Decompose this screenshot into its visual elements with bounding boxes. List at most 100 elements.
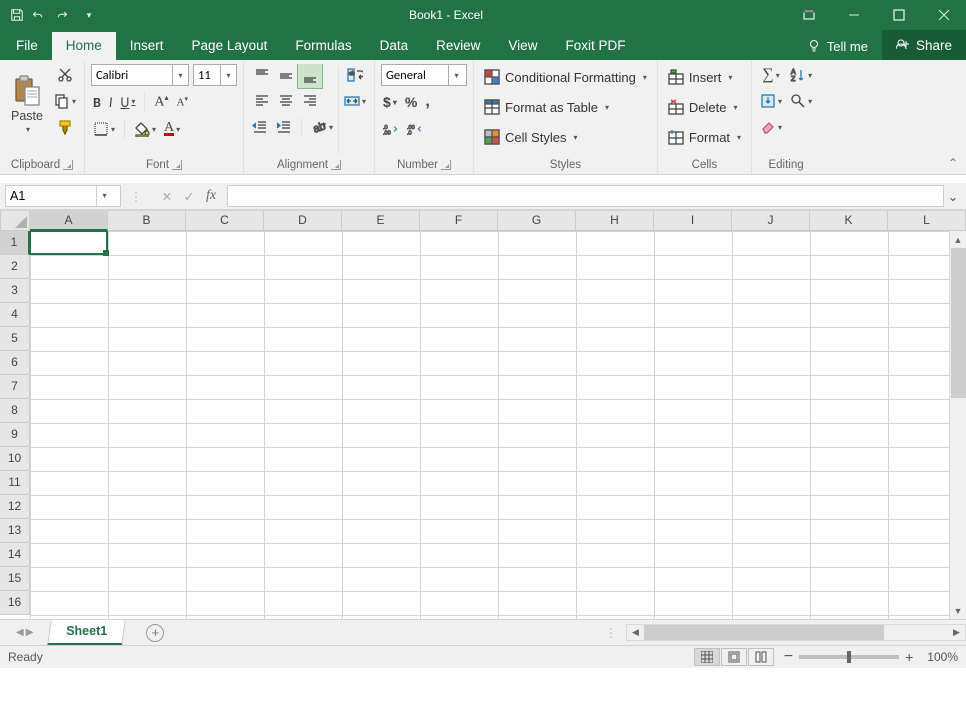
column-header[interactable]: H	[576, 211, 654, 231]
row-header[interactable]: 8	[0, 399, 30, 423]
number-format-combo[interactable]: ▾	[381, 64, 467, 86]
sort-filter-button[interactable]: AZ	[788, 64, 814, 86]
borders-button[interactable]	[91, 118, 117, 140]
column-header[interactable]: K	[810, 211, 888, 231]
select-all-button[interactable]	[0, 211, 30, 231]
row-header[interactable]: 3	[0, 279, 30, 303]
decrease-font-button[interactable]: A▾	[175, 91, 190, 113]
sheet-nav-next-button[interactable]: ▶	[26, 627, 34, 638]
increase-indent-button[interactable]	[274, 116, 294, 138]
tab-formulas[interactable]: Formulas	[281, 32, 365, 60]
horizontal-scrollbar[interactable]: ◀ ▶	[626, 624, 966, 641]
font-dialog-launcher[interactable]	[172, 160, 182, 170]
cut-button[interactable]	[52, 64, 78, 86]
cancel-formula-button[interactable]: ✕	[157, 189, 177, 204]
column-header[interactable]: E	[342, 211, 420, 231]
row-header[interactable]: 12	[0, 495, 30, 519]
save-button[interactable]	[6, 4, 28, 26]
fill-button[interactable]	[758, 90, 784, 112]
tab-home[interactable]: Home	[52, 32, 116, 60]
paste-button[interactable]: Paste	[6, 64, 48, 144]
column-header[interactable]: I	[654, 211, 732, 231]
collapse-ribbon-button[interactable]: ⌃	[948, 156, 958, 170]
decrease-decimal-button[interactable]: .00.0	[405, 118, 425, 140]
column-header[interactable]: G	[498, 211, 576, 231]
row-header[interactable]: 10	[0, 447, 30, 471]
insert-function-button[interactable]: fx	[201, 188, 221, 204]
wrap-text-button[interactable]: ab	[342, 64, 368, 86]
scroll-right-button[interactable]: ▶	[948, 624, 965, 641]
find-select-button[interactable]	[788, 90, 814, 112]
increase-decimal-button[interactable]: .0.00	[381, 118, 401, 140]
column-header[interactable]: A	[30, 211, 108, 231]
percent-format-button[interactable]: %	[403, 91, 419, 113]
ribbon-display-options-button[interactable]	[786, 0, 831, 30]
row-header[interactable]: 2	[0, 255, 30, 279]
orientation-button[interactable]: ab	[309, 116, 335, 138]
align-middle-button[interactable]	[274, 64, 298, 88]
format-cells-button[interactable]: Format	[664, 124, 745, 150]
vertical-scroll-thumb[interactable]	[951, 248, 966, 398]
comma-format-button[interactable]: ,	[423, 91, 431, 113]
number-dialog-launcher[interactable]	[441, 160, 451, 170]
decrease-indent-button[interactable]	[250, 116, 270, 138]
column-header[interactable]: C	[186, 211, 264, 231]
name-box[interactable]: ▾	[5, 185, 121, 207]
accounting-format-button[interactable]: $	[381, 91, 399, 113]
horizontal-scroll-thumb[interactable]	[644, 625, 884, 640]
delete-cells-button[interactable]: Delete	[664, 94, 742, 120]
format-as-table-button[interactable]: Format as Table	[480, 94, 613, 120]
align-left-button[interactable]	[250, 88, 274, 112]
italic-button[interactable]: I	[107, 91, 115, 113]
enter-formula-button[interactable]: ✓	[179, 189, 199, 204]
row-header[interactable]: 4	[0, 303, 30, 327]
sheet-nav-prev-button[interactable]: ◀	[16, 627, 24, 638]
clear-button[interactable]	[758, 116, 784, 138]
tab-review[interactable]: Review	[422, 32, 494, 60]
alignment-dialog-launcher[interactable]	[331, 160, 341, 170]
row-header[interactable]: 13	[0, 519, 30, 543]
tab-insert[interactable]: Insert	[116, 32, 178, 60]
font-size-combo[interactable]: ▾	[193, 64, 237, 86]
zoom-level[interactable]: 100%	[927, 650, 958, 664]
row-header[interactable]: 5	[0, 327, 30, 351]
column-header[interactable]: F	[420, 211, 498, 231]
formula-input[interactable]	[227, 185, 944, 207]
align-center-button[interactable]	[274, 88, 298, 112]
scroll-up-button[interactable]: ▲	[950, 231, 966, 248]
column-header[interactable]: D	[264, 211, 342, 231]
row-header[interactable]: 6	[0, 351, 30, 375]
vertical-scrollbar[interactable]: ▲ ▼	[949, 231, 966, 619]
bold-button[interactable]: B	[91, 91, 103, 113]
zoom-in-button[interactable]: +	[905, 649, 913, 665]
scroll-down-button[interactable]: ▼	[950, 602, 966, 619]
zoom-slider[interactable]	[799, 655, 899, 659]
insert-cells-button[interactable]: Insert	[664, 64, 737, 90]
copy-button[interactable]	[52, 90, 78, 112]
scroll-left-button[interactable]: ◀	[627, 624, 644, 641]
align-top-button[interactable]	[250, 64, 274, 88]
row-header[interactable]: 1	[0, 231, 30, 255]
row-header[interactable]: 15	[0, 567, 30, 591]
column-header[interactable]: B	[108, 211, 186, 231]
row-header[interactable]: 7	[0, 375, 30, 399]
expand-formula-bar-button[interactable]: ⌄	[944, 183, 962, 210]
conditional-formatting-button[interactable]: Conditional Formatting	[480, 64, 651, 90]
undo-button[interactable]	[30, 4, 52, 26]
tab-page-layout[interactable]: Page Layout	[178, 32, 282, 60]
tab-foxit-pdf[interactable]: Foxit PDF	[551, 32, 639, 60]
format-painter-button[interactable]	[52, 116, 78, 138]
tab-data[interactable]: Data	[366, 32, 423, 60]
tab-view[interactable]: View	[494, 32, 551, 60]
row-header[interactable]: 9	[0, 423, 30, 447]
normal-view-button[interactable]	[694, 648, 720, 666]
column-header[interactable]: J	[732, 211, 810, 231]
maximize-button[interactable]	[876, 0, 921, 30]
namebox-resize-handle[interactable]: ⋮	[121, 183, 151, 209]
close-button[interactable]	[921, 0, 966, 30]
align-right-button[interactable]	[298, 88, 322, 112]
merge-center-button[interactable]	[342, 90, 368, 112]
cell-styles-button[interactable]: Cell Styles	[480, 124, 581, 150]
qat-customize-button[interactable]: ▾	[78, 4, 100, 26]
tab-file[interactable]: File	[2, 32, 52, 60]
